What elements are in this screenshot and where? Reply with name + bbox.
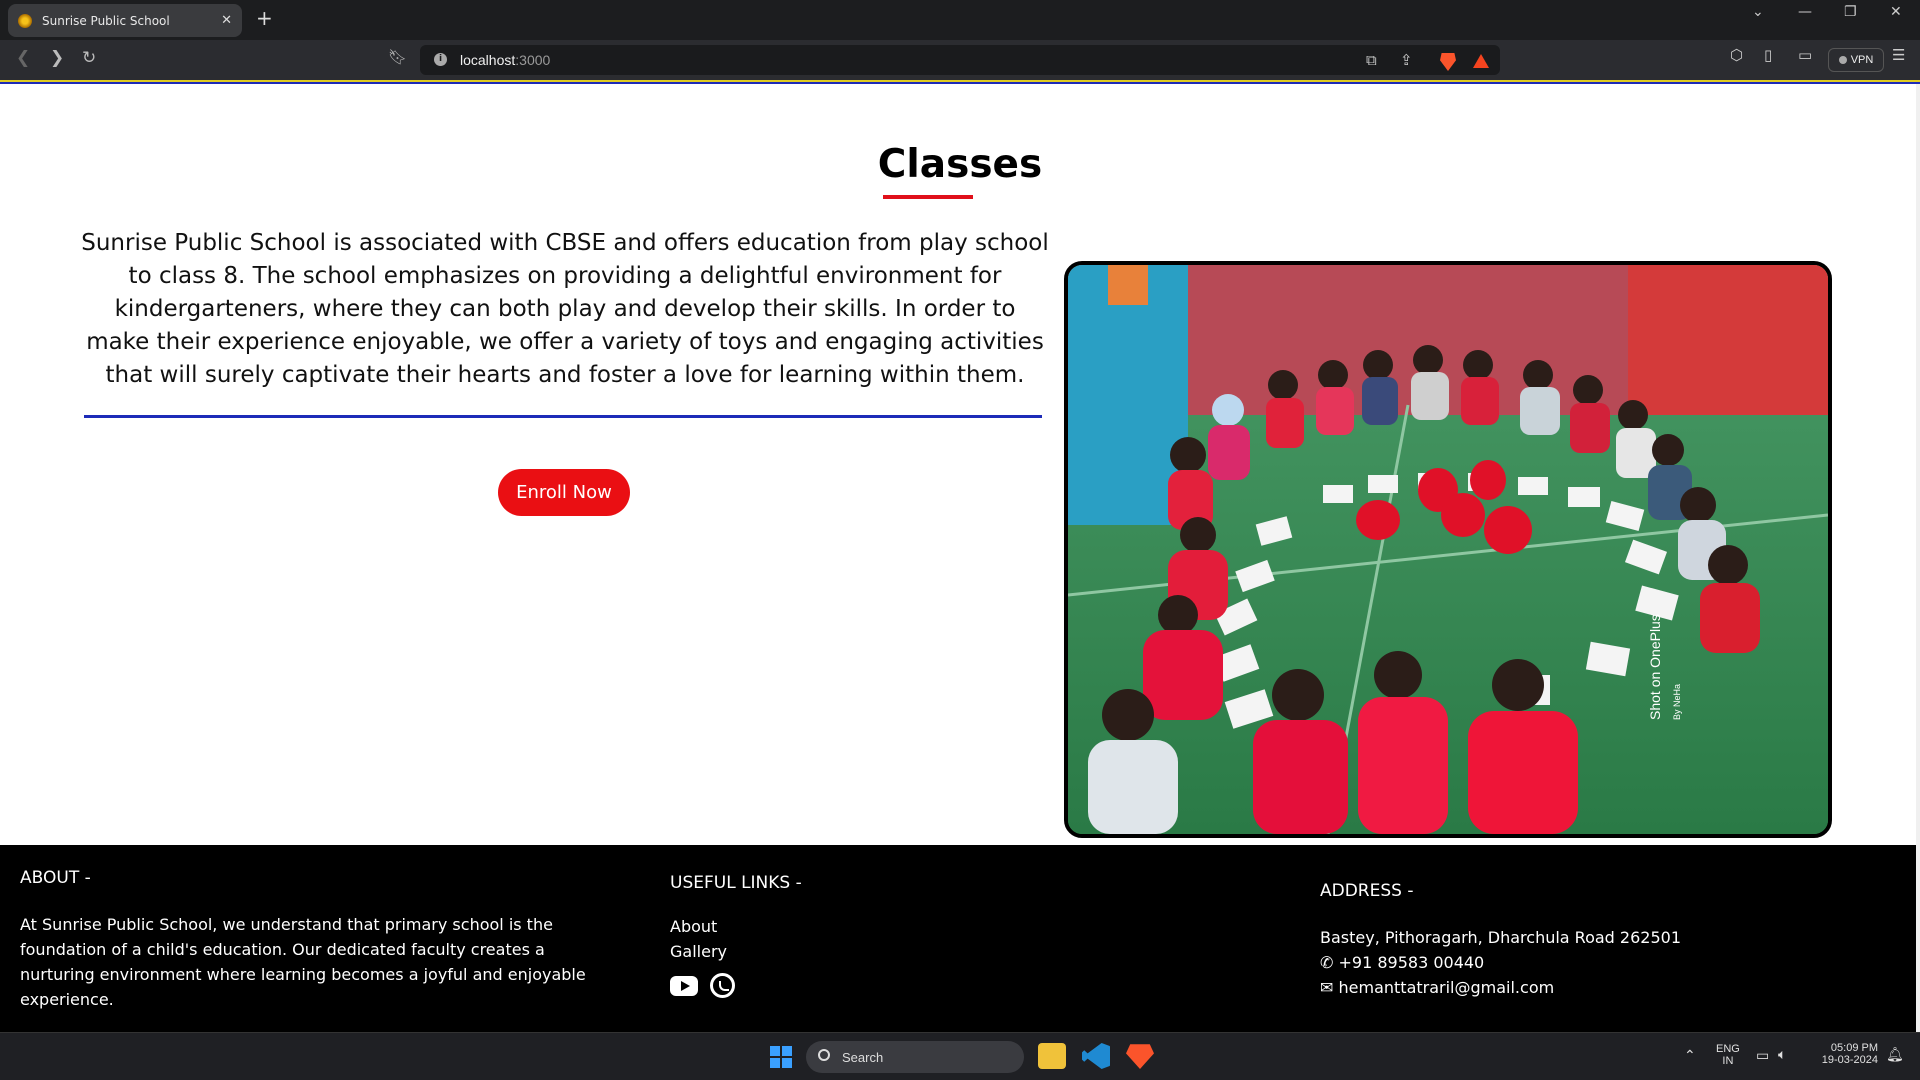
browser-tab[interactable]: Sunrise Public School ✕ [8,4,242,37]
site-footer: ABOUT - At Sunrise Public School, we und… [0,845,1920,1032]
vpn-label: VPN [1850,54,1874,66]
address-heading: ADDRESS - [1320,881,1414,901]
wallet-icon[interactable]: ▭ [1798,46,1812,64]
youtube-icon[interactable] [670,976,698,996]
file-explorer-icon[interactable] [1038,1043,1066,1069]
page-title: Classes [877,142,1043,187]
bookmark-icon[interactable]: 🔖︎ [388,48,407,66]
classes-photo: Shot on OnePlus By NeHa [1064,261,1832,838]
forward-icon[interactable]: ❯ [50,48,64,68]
page-scrollbar[interactable] [1916,84,1920,1032]
share-icon[interactable]: ⇪ [1400,51,1413,69]
language-bottom: IN [1722,1055,1734,1067]
minimize-icon[interactable]: — [1798,4,1812,20]
clock-time: 05:09 PM [1830,1042,1878,1054]
close-tab-icon[interactable]: ✕ [221,13,232,28]
photo-watermark: Shot on OnePlus [1647,614,1663,720]
phone-number: +91 89583 00440 [1338,953,1485,972]
brave-shields-icon[interactable] [1440,53,1456,71]
restore-icon[interactable]: ❐ [1844,4,1857,20]
clock[interactable]: 05:09 PM 19-03-2024 [1812,1042,1878,1066]
address-text: Bastey, Pithoragarh, Dharchula Road 2625… [1320,928,1681,947]
url-host: localhost [460,52,516,68]
extensions-icon[interactable]: ⬡ [1730,46,1743,64]
taskbar-search-label: Search [842,1049,884,1065]
language-top: ENG [1716,1043,1740,1055]
close-window-icon[interactable]: ✕ [1890,4,1902,20]
classes-description: Sunrise Public School is associated with… [81,230,1049,388]
whatsapp-icon[interactable] [710,973,735,998]
footer-link-about[interactable]: About [670,917,717,936]
email-icon: ✉ [1320,978,1334,997]
vpn-status-icon [1838,56,1847,64]
brave-browser-icon[interactable] [1126,1044,1154,1069]
photo-watermark-by: By NeHa [1672,684,1682,720]
clock-date: 19-03-2024 [1821,1054,1878,1066]
network-icon[interactable]: ▭ [1756,1047,1769,1064]
reload-icon[interactable]: ↻ [82,48,96,68]
brave-rewards-icon[interactable] [1473,54,1489,68]
url-port: :3000 [515,52,551,68]
browser-tab-bar: Sunrise Public School ✕ + ⌄ — ❐ ✕ [0,0,1920,40]
title-underline [883,195,973,199]
menu-icon[interactable]: ☰ [1892,46,1905,64]
email-row: ✉ hemanttatraril@gmail.com [1320,975,1554,1000]
page-content: Classes Sunrise Public School is associa… [0,84,1920,1032]
site-favicon-icon [18,13,32,28]
enroll-now-button[interactable]: Enroll Now [498,469,630,516]
about-text: At Sunrise Public School, we understand … [20,915,586,1009]
windows-start-icon[interactable] [770,1046,792,1068]
classroom-photo-illustration: Shot on OnePlus By NeHa [1068,265,1828,834]
tray-overflow-icon[interactable]: ⌃ [1684,1047,1696,1064]
phone-icon: ✆ [1320,953,1334,972]
browser-toolbar: ❮ ❯ ↻ 🔖︎ i localhost:3000 ⧉ ⇪ ⬡ ▯ ▭ VPN … [0,40,1920,80]
footer-link-gallery[interactable]: Gallery [670,942,727,961]
site-info-icon[interactable]: i [434,53,447,66]
open-external-icon[interactable]: ⧉ [1366,51,1377,69]
language-indicator[interactable]: ENG IN [1716,1043,1740,1067]
back-icon[interactable]: ❮ [16,48,30,68]
useful-links-heading: USEFUL LINKS - [670,873,802,893]
sidebar-icon[interactable]: ▯ [1764,46,1772,64]
description-divider [84,415,1042,418]
tab-title: Sunrise Public School [42,13,170,28]
about-heading: ABOUT - [20,868,91,888]
taskbar-search[interactable]: Search [806,1041,1024,1073]
email-address: hemanttatraril@gmail.com [1338,978,1555,997]
new-tab-icon[interactable]: + [256,6,273,30]
address-bar[interactable]: i localhost:3000 ⧉ ⇪ [420,45,1500,75]
os-taskbar: Search ⌃ ENG IN ▭ 🔈︎ 05:09 PM 19-03-2024… [0,1032,1920,1080]
vscode-icon[interactable] [1082,1043,1110,1069]
notification-bell-icon[interactable]: 🔔︎ [1886,1046,1904,1063]
phone-row: ✆ +91 89583 00440 [1320,950,1484,975]
volume-icon[interactable]: 🔈︎ [1778,1046,1786,1063]
tab-search-chevron-icon[interactable]: ⌄ [1752,4,1764,20]
search-icon [818,1049,830,1061]
vpn-button[interactable]: VPN [1828,48,1884,72]
